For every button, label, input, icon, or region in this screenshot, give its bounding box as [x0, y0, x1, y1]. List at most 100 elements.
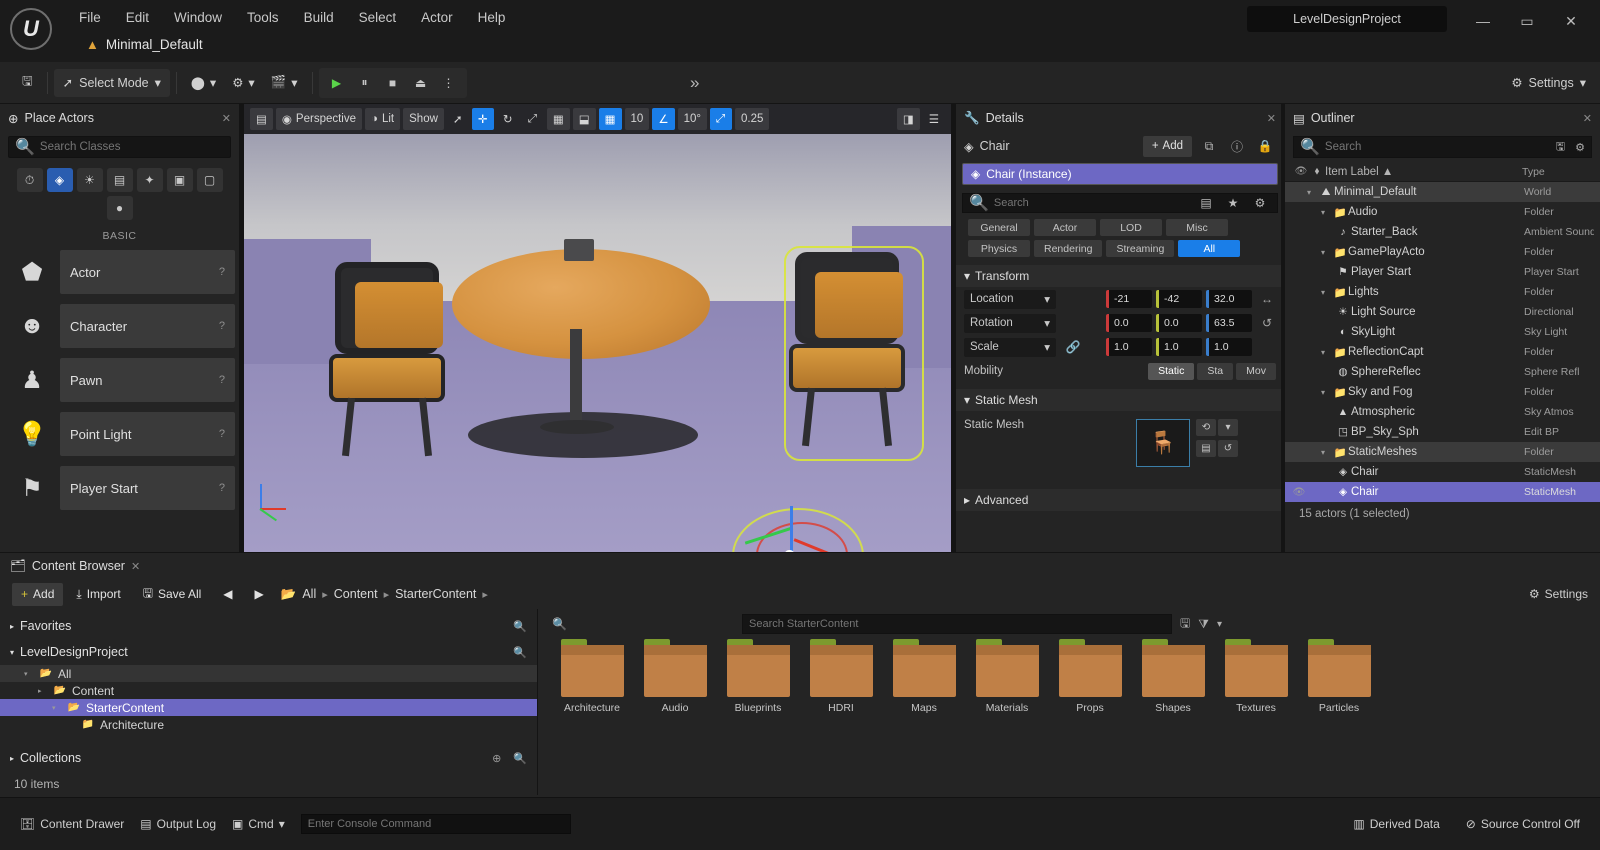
coordinate-system-button[interactable]: ▦: [546, 108, 570, 130]
level-tab[interactable]: ▲ Minimal_Default: [78, 34, 211, 55]
chip-general[interactable]: General: [968, 219, 1030, 236]
collections-section[interactable]: ▸ Collections ⊕ 🔍: [0, 745, 537, 771]
camera-speed-button[interactable]: ◨: [896, 108, 920, 130]
outliner-save-icon[interactable]: 🖫: [1556, 138, 1565, 157]
toolbar-overflow-icon[interactable]: »: [690, 73, 699, 93]
mesh-dropdown-icon[interactable]: ▾: [1218, 419, 1238, 436]
category-all-classes-icon[interactable]: ●: [106, 196, 133, 220]
outliner-row-chair-1[interactable]: ◈ Chair StaticMesh: [1285, 462, 1600, 482]
cinematics-button[interactable]: 🎬 ▾: [263, 69, 306, 97]
static-mesh-thumbnail[interactable]: 🪑: [1136, 419, 1190, 467]
outliner-search[interactable]: 🔍 🖫 ⚙: [1293, 136, 1592, 158]
help-icon-actor[interactable]: ?: [219, 266, 225, 278]
chip-misc[interactable]: Misc: [1166, 219, 1228, 236]
chip-streaming[interactable]: Streaming: [1106, 240, 1175, 257]
details-view-options-icon[interactable]: ▤: [1195, 193, 1217, 214]
viewport-options-button[interactable]: ☰: [923, 108, 945, 130]
chip-lod[interactable]: LOD: [1100, 219, 1162, 236]
blueprints-button[interactable]: ⚙ ▾: [224, 69, 263, 97]
source-control-button[interactable]: ⊘ Source Control Off: [1458, 812, 1588, 836]
outliner-row-starter-back[interactable]: ♪ Starter_Back Ambient Sound: [1285, 222, 1600, 242]
rotation-x-field[interactable]: 0.0: [1106, 314, 1152, 332]
details-search-input[interactable]: [993, 197, 1190, 209]
blueprint-edit-icon[interactable]: ⧉: [1198, 136, 1220, 157]
skip-button[interactable]: ⏸: [352, 71, 378, 95]
close-icon[interactable]: ✕: [222, 112, 231, 125]
asset-search-icon[interactable]: 🔍: [552, 617, 567, 631]
category-basic-icon[interactable]: ◈: [46, 168, 73, 192]
collections-add-icon[interactable]: ⊕: [492, 752, 501, 765]
place-actor-item-character[interactable]: ☻ Character ?: [4, 300, 235, 352]
play-button[interactable]: ▶: [324, 71, 350, 95]
cb-forward-button[interactable]: ▶: [246, 583, 273, 606]
expand-arrow-13[interactable]: ▾: [1321, 448, 1332, 457]
details-favorite-icon[interactable]: ★: [1222, 193, 1244, 214]
asset-tile-architecture[interactable]: Architecture: [552, 639, 632, 714]
angle-size-dropdown[interactable]: 10°: [677, 108, 708, 130]
grid-snap-button[interactable]: ▦: [598, 108, 622, 130]
viewport-menu-icon[interactable]: ▤: [250, 108, 273, 130]
menu-file[interactable]: File: [68, 6, 112, 29]
outliner-row-bp-sky-sphere[interactable]: ◳ BP_Sky_Sph Edit BP: [1285, 422, 1600, 442]
source-row-architecture[interactable]: 📁 Architecture: [0, 716, 537, 733]
outliner-row-audio[interactable]: ▾ 📁 Audio Folder: [1285, 202, 1600, 222]
outliner-row-atmospheric[interactable]: ▲ Atmospheric Sky Atmos: [1285, 402, 1600, 422]
favorites-search-icon[interactable]: 🔍: [513, 620, 527, 633]
cb-back-button[interactable]: ◀: [214, 583, 241, 606]
menu-tools[interactable]: Tools: [236, 6, 290, 29]
asset-tile-shapes[interactable]: Shapes: [1133, 639, 1213, 714]
menu-select[interactable]: Select: [348, 6, 408, 29]
outliner-row-sphere-reflection[interactable]: ◍ SphereReflec Sphere Refl: [1285, 362, 1600, 382]
scale-dropdown[interactable]: Scale ▾: [964, 337, 1056, 357]
static-mesh-section-header[interactable]: ▾ Static Mesh: [956, 389, 1284, 411]
help-icon-pawn[interactable]: ?: [219, 374, 225, 386]
level-viewport[interactable]: ▤ ◉ Perspective ◑ Lit Show ➚ ✛ ↻ ⤢ ▦ ⬓ ▦…: [244, 104, 951, 552]
rotation-dropdown[interactable]: Rotation ▾: [964, 313, 1056, 333]
place-actors-search-input[interactable]: [39, 141, 224, 153]
category-volumes-icon[interactable]: ▢: [196, 168, 223, 192]
menu-help[interactable]: Help: [467, 6, 517, 29]
location-z-field[interactable]: 32.0: [1206, 290, 1252, 308]
menu-actor[interactable]: Actor: [410, 6, 464, 29]
details-settings-icon[interactable]: ⚙: [1249, 193, 1271, 214]
expand-arrow-5[interactable]: ▾: [1321, 288, 1332, 297]
category-visual-effects-icon[interactable]: ✦: [136, 168, 163, 192]
surface-snap-button[interactable]: ⬓: [572, 108, 596, 130]
visibility-column-icon[interactable]: 👁: [1293, 166, 1309, 177]
eject-button[interactable]: ⏏: [408, 71, 434, 95]
close-icon-cb[interactable]: ✕: [131, 560, 140, 573]
scale-size-dropdown[interactable]: 0.25: [735, 108, 770, 130]
outliner-row-minimal-default[interactable]: ▾ ⛰ Minimal_Default World: [1285, 182, 1600, 202]
asset-tile-maps[interactable]: Maps: [884, 639, 964, 714]
asset-tile-particles[interactable]: Particles: [1299, 639, 1379, 714]
help-icon-point-light[interactable]: ?: [219, 428, 225, 440]
splitter-viewport-details[interactable]: [951, 104, 955, 552]
add-component-button[interactable]: + Add: [1142, 135, 1192, 157]
content-drawer-button[interactable]: 🗄 Content Drawer: [12, 812, 132, 836]
location-x-field[interactable]: -21: [1106, 290, 1152, 308]
select-mode-dropdown[interactable]: ➚ Select Mode ▾: [53, 68, 170, 97]
location-reset-icon[interactable]: ↔: [1258, 292, 1276, 306]
mobility-static-button[interactable]: Static: [1148, 362, 1195, 380]
view-mode-dropdown[interactable]: ◑ Lit: [365, 108, 401, 130]
outliner-col-type[interactable]: Type: [1522, 166, 1592, 178]
mesh-reset-icon[interactable]: ↺: [1218, 440, 1238, 457]
expand-arrow-10[interactable]: ▾: [1321, 388, 1332, 397]
minimize-button[interactable]: —: [1462, 8, 1504, 34]
breadcrumb-startercontent[interactable]: StarterContent: [395, 587, 476, 601]
rotate-tool-button[interactable]: ↻: [497, 108, 519, 130]
console-command-input[interactable]: [300, 814, 571, 834]
breadcrumb-all[interactable]: All: [302, 587, 316, 601]
tree-arrow-starter[interactable]: ▾: [52, 704, 62, 712]
expand-arrow-3[interactable]: ▾: [1321, 248, 1332, 257]
breadcrumb-content[interactable]: Content: [334, 587, 378, 601]
derived-data-button[interactable]: ▥ Derived Data: [1345, 812, 1447, 836]
tree-arrow-all[interactable]: ▾: [24, 670, 34, 678]
scale-snap-button[interactable]: ⤢: [710, 108, 733, 130]
gizmo-axis-z[interactable]: [790, 506, 793, 552]
scale-tool-button[interactable]: ⤢: [522, 108, 544, 130]
table-prop-cube[interactable]: [564, 239, 594, 261]
perspective-dropdown[interactable]: ◉ Perspective: [275, 108, 363, 130]
select-tool-button[interactable]: ➚: [447, 108, 469, 130]
scale-y-field[interactable]: 1.0: [1156, 338, 1202, 356]
